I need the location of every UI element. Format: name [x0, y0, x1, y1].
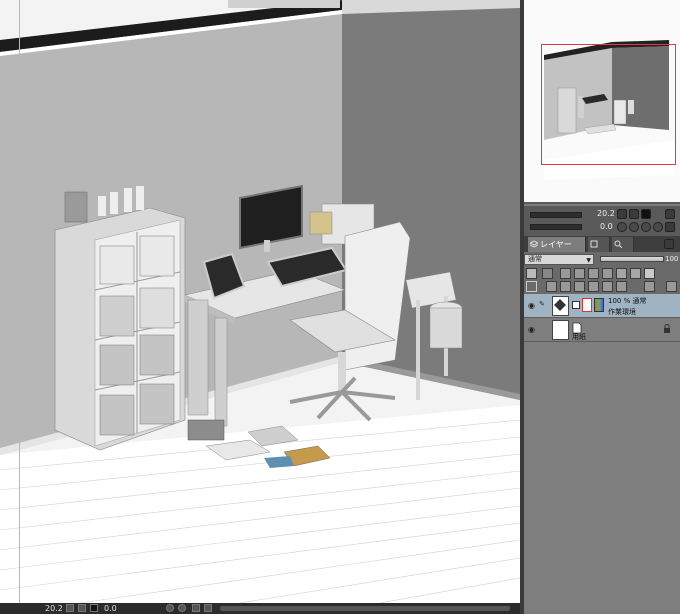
reference-layer-icon[interactable]: [542, 268, 553, 279]
navigator-zoom-value[interactable]: 20.2: [597, 209, 615, 218]
flip-icon[interactable]: [192, 604, 200, 612]
opacity-value[interactable]: 100: [665, 255, 678, 263]
view-mode-icon[interactable]: [90, 604, 98, 612]
pen-edit-icon: ✎: [539, 300, 545, 308]
zoom-stepper-icon[interactable]: [66, 604, 74, 612]
canvas[interactable]: [0, 0, 520, 603]
tab-layer-search[interactable]: [612, 237, 634, 252]
rotate-right-icon[interactable]: [178, 604, 186, 612]
layer-row-work-env[interactable]: ◉ ✎ 100 % 通常 作業環境: [524, 294, 680, 318]
rotation-value[interactable]: 0.0: [104, 603, 117, 614]
tab-layer[interactable]: レイヤー: [528, 237, 586, 252]
right-panel: 20.2 0.0 レイヤー 通常 ▼ 100 ◉ ✎ 100 % 通常 作業環境…: [524, 0, 680, 614]
tab-layer-property[interactable]: [588, 237, 610, 252]
layer-property-icon: [590, 240, 598, 248]
rotate-left-icon[interactable]: [166, 604, 174, 612]
enable-mask-icon[interactable]: [602, 268, 613, 279]
opacity-slider[interactable]: [600, 256, 664, 262]
ruler-visible-icon[interactable]: [616, 268, 627, 279]
reference-check-icon[interactable]: [572, 301, 580, 309]
apply-mask-icon[interactable]: [616, 281, 627, 292]
lock-layer-icon[interactable]: [574, 268, 585, 279]
paper-layer-thumbnail: [552, 320, 569, 340]
tab-layer-label: レイヤー: [540, 240, 572, 249]
zoom-fit-icon[interactable]: [629, 209, 639, 219]
blend-mode-value: 通常: [528, 255, 542, 263]
clip-to-layer-icon[interactable]: [526, 268, 537, 279]
layer-mask-icon[interactable]: [582, 298, 592, 312]
3d-room-scene[interactable]: [0, 0, 520, 603]
lock-icon[interactable]: [663, 324, 671, 333]
layer-controls: 通常 ▼ 100: [524, 252, 680, 294]
3d-layer-thumbnail: [552, 296, 569, 316]
layer-row-paper[interactable]: ◉ 用紙: [524, 318, 680, 342]
layer-color-icon[interactable]: [630, 268, 641, 279]
view-mode-icon[interactable]: [641, 209, 651, 219]
new-folder-icon[interactable]: [560, 281, 571, 292]
reset-rotation-icon[interactable]: [204, 604, 212, 612]
rotate-left-icon[interactable]: [617, 222, 627, 232]
navigator-preview[interactable]: [524, 0, 680, 204]
lock-transparency-icon[interactable]: [588, 268, 599, 279]
status-bar: 20.2 0.0: [0, 603, 520, 614]
layer-settings-icon[interactable]: [644, 268, 655, 279]
navigator-controls: 20.2 0.0: [524, 206, 680, 236]
eye-icon[interactable]: ◉: [527, 301, 536, 310]
navigator-menu-icon[interactable]: [665, 209, 675, 219]
zoom-stepper-icon[interactable]: [617, 209, 627, 219]
layers-icon: [530, 240, 538, 248]
new-raster-layer-icon[interactable]: [526, 281, 537, 292]
panel-menu-icon[interactable]: [664, 239, 674, 249]
blend-mode-select[interactable]: 通常 ▼: [524, 254, 594, 265]
rotate-right-icon[interactable]: [629, 222, 639, 232]
chevron-down-icon: ▼: [586, 257, 591, 264]
layer-search-icon: [614, 240, 622, 248]
layer-name[interactable]: 作業環境: [608, 307, 636, 317]
create-mask-icon[interactable]: [602, 281, 613, 292]
panel-tab-bar: レイヤー: [524, 236, 680, 252]
zoom-fit-icon[interactable]: [78, 604, 86, 612]
eye-icon[interactable]: ◉: [527, 325, 536, 334]
layer-color-icon: [594, 298, 604, 312]
rotation-slider[interactable]: [530, 224, 582, 230]
zoom-value[interactable]: 20.2: [45, 603, 63, 614]
layer-list: ◉ ✎ 100 % 通常 作業環境 ◉ 用紙: [524, 294, 680, 614]
combine-down-icon[interactable]: [588, 281, 599, 292]
canvas-guide-line: [19, 0, 20, 603]
layer-name[interactable]: 用紙: [572, 332, 586, 342]
flip-vertical-icon[interactable]: [653, 222, 663, 232]
horizontal-scrollbar[interactable]: [220, 606, 510, 611]
layer-menu-icon[interactable]: [644, 281, 655, 292]
flip-horizontal-icon[interactable]: [641, 222, 651, 232]
delete-layer-icon[interactable]: [666, 281, 677, 292]
transfer-down-icon[interactable]: [574, 281, 585, 292]
reset-view-icon[interactable]: [665, 222, 675, 232]
navigator-rotation-value[interactable]: 0.0: [600, 222, 613, 231]
layer-opacity-mode: 100 % 通常: [608, 297, 647, 305]
navigator-view-frame[interactable]: [541, 44, 676, 165]
zoom-slider[interactable]: [530, 212, 582, 218]
new-vector-layer-icon[interactable]: [546, 281, 557, 292]
draft-layer-icon[interactable]: [560, 268, 571, 279]
